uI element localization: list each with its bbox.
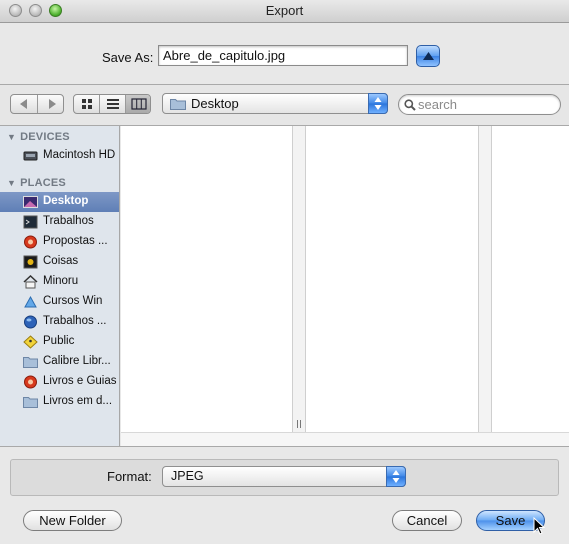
list-view-button[interactable] (99, 95, 125, 113)
sidebar-item-label: Livros em d... (43, 395, 113, 407)
sidebar-item-label: Minoru (43, 275, 79, 287)
folder-icon (170, 99, 186, 110)
column-divider[interactable] (292, 126, 306, 432)
sidebar-item-trabalhos[interactable]: Trabalhos (0, 212, 119, 232)
places-section-header[interactable]: ▼ PLACES (7, 177, 66, 189)
sidebar-item-livros-em-d[interactable]: Livros em d... (0, 392, 119, 412)
column-view-icon (131, 98, 147, 110)
sidebar-item-desktop[interactable]: Desktop (0, 192, 119, 212)
search-icon (404, 99, 416, 111)
sidebar-item-cursos-win[interactable]: Cursos Win (0, 292, 119, 312)
home-icon (23, 275, 38, 289)
back-button[interactable] (11, 95, 38, 113)
sidebar-item-trabalhos-2[interactable]: Trabalhos ... (0, 312, 119, 332)
sidebar-item-coisas[interactable]: Coisas (0, 252, 119, 272)
filename-input[interactable]: Abre_de_capitulo.jpg (158, 45, 408, 66)
sidebar-item-label: Coisas (43, 255, 79, 267)
blue-globe-icon (24, 315, 37, 329)
format-popup[interactable]: JPEG (162, 466, 406, 487)
arrow-left-icon (20, 99, 27, 109)
forward-button[interactable] (37, 95, 63, 113)
search-placeholder: search (418, 97, 458, 112)
new-folder-button[interactable]: New Folder (23, 510, 122, 531)
cancel-button[interactable]: Cancel (392, 510, 462, 531)
format-value: JPEG (171, 469, 204, 483)
sidebar-item-minoru[interactable]: Minoru (0, 272, 119, 292)
column-resize-handle-icon[interactable] (296, 420, 302, 428)
back-forward-control (10, 94, 64, 114)
close-window-button[interactable] (9, 4, 22, 17)
location-popup[interactable]: Desktop (162, 93, 388, 114)
window-title: Export (265, 3, 304, 18)
arrow-right-icon (49, 99, 56, 109)
disclosure-triangle-icon: ▼ (7, 178, 17, 188)
sidebar-item-label: Macintosh HD (43, 149, 116, 161)
zoom-window-button[interactable] (49, 4, 62, 17)
folder-icon (23, 397, 38, 408)
column-view-button[interactable] (125, 95, 150, 113)
list-view-icon (107, 99, 119, 109)
column-browser[interactable] (121, 126, 569, 446)
horizontal-scrollbar[interactable] (121, 432, 569, 446)
sidebar-item-label: Desktop (43, 195, 89, 207)
app-icon (24, 295, 37, 308)
sidebar-item-label: Calibre Libr... (43, 355, 111, 367)
search-field[interactable]: search (398, 94, 561, 115)
sidebar-item-label: Public (43, 335, 75, 347)
sidebar-item-livros-e-guias[interactable]: Livros e Guias (0, 372, 119, 392)
minimize-window-button[interactable] (29, 4, 42, 17)
sidebar-item-label: Cursos Win (43, 295, 103, 307)
collapse-dialog-button[interactable] (416, 45, 440, 67)
terminal-icon (23, 255, 38, 269)
hard-drive-icon (23, 151, 38, 161)
icon-view-icon (82, 99, 92, 109)
sidebar-item-label: Trabalhos ... (43, 315, 107, 327)
sidebar-item-label: Propostas ... (43, 235, 108, 247)
devices-section-header[interactable]: ▼ DEVICES (7, 131, 70, 143)
mouse-pointer-icon (533, 517, 546, 535)
sidebar-item-propostas[interactable]: Propostas ... (0, 232, 119, 252)
divider (0, 446, 569, 447)
sidebar-item-public[interactable]: Public (0, 332, 119, 352)
red-globe-icon (24, 235, 37, 249)
desktop-icon (23, 196, 38, 208)
sidebar-item-label: Trabalhos (43, 215, 94, 227)
sidebar: ▼ DEVICES Macintosh HD ▼ PLACES Desktop Tr… (0, 126, 120, 446)
icon-view-button[interactable] (74, 95, 100, 113)
red-globe-icon (24, 375, 37, 389)
popup-arrows-icon (386, 466, 406, 487)
column-divider (478, 126, 492, 432)
disclosure-triangle-icon: ▼ (7, 132, 17, 142)
popup-arrows-icon (368, 93, 388, 114)
format-label: Format: (107, 469, 152, 484)
terminal-icon (23, 215, 38, 229)
sidebar-item-label: Livros e Guias (43, 375, 117, 387)
view-mode-control (73, 94, 151, 114)
sidebar-item-macintosh-hd[interactable]: Macintosh HD (0, 146, 119, 166)
save-as-label: Save As: (102, 50, 154, 65)
triangle-up-icon (423, 52, 434, 60)
location-label: Desktop (191, 96, 239, 111)
folder-icon (23, 357, 38, 368)
title-bar: Export (0, 0, 569, 23)
public-icon (23, 335, 38, 349)
sidebar-item-calibre-library[interactable]: Calibre Libr... (0, 352, 119, 372)
